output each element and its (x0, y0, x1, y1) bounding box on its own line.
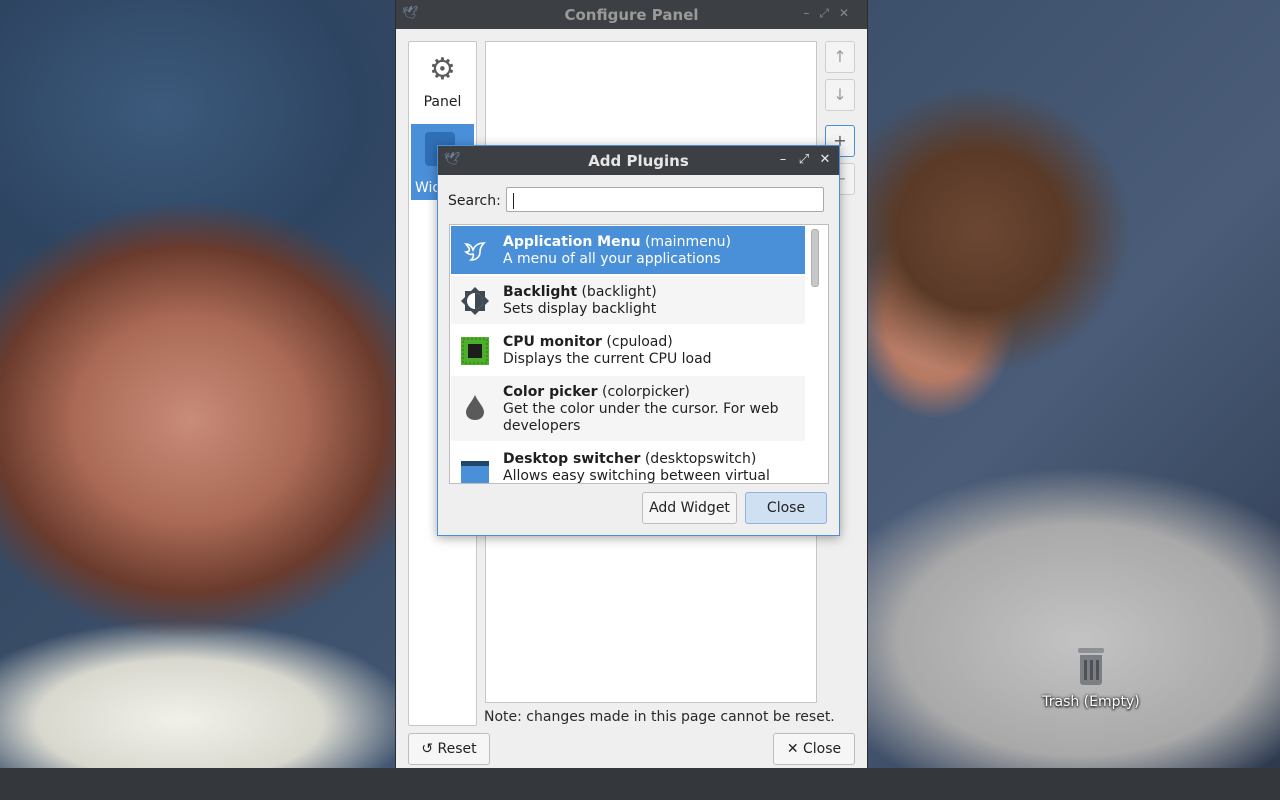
sidebar-item-panel[interactable]: ⚙ Panel (409, 52, 476, 120)
plugin-name: CPU monitor (503, 334, 602, 350)
plugin-item[interactable]: Application Menu (mainmenu) A menu of all… (451, 226, 805, 274)
arrow-down-icon: ↓ (833, 85, 847, 104)
plugin-item[interactable]: Color picker (colorpicker) Get the color … (451, 376, 805, 441)
plugin-description: Get the color under the cursor. For web … (503, 401, 779, 434)
configure-titlebar[interactable]: 🕊 Configure Panel –⤢✕ (396, 0, 867, 29)
brightness-icon (461, 287, 489, 315)
text-cursor (513, 193, 514, 209)
plugin-name: Color picker (503, 384, 598, 400)
window-controls[interactable]: –⤢✕ (803, 6, 859, 21)
configure-close-button[interactable]: ✕ Close (773, 733, 855, 765)
cpu-chip-icon (461, 337, 489, 365)
droplet-icon (466, 395, 484, 420)
plugin-name: Backlight (503, 284, 578, 300)
plugin-list-scrollbar[interactable] (811, 229, 819, 287)
close-icon[interactable]: ✕ (818, 152, 832, 167)
move-up-button[interactable]: ↑ (825, 41, 855, 73)
plugin-description: A menu of all your applications (503, 251, 721, 267)
search-label: Search: (448, 193, 501, 209)
arrow-up-icon: ↑ (833, 47, 847, 66)
plugin-id: (mainmenu) (645, 234, 731, 250)
plugin-description: Sets display backlight (503, 301, 657, 317)
search-input[interactable] (506, 187, 824, 212)
maximize-icon[interactable]: ⤢ (797, 152, 811, 167)
plugin-id: (cpuload) (606, 334, 673, 350)
taskbar (0, 768, 1280, 800)
reset-button[interactable]: ↺ Reset (408, 733, 490, 765)
trash-desktop-icon[interactable]: Trash (Empty) (1038, 646, 1144, 710)
plugin-description: Allows easy switching between virtual (503, 468, 770, 484)
plugin-name: Application Menu (503, 234, 641, 250)
configure-window-title: Configure Panel (564, 6, 699, 24)
add-plugins-titlebar[interactable]: 🕊 Add Plugins – ⤢ ✕ (438, 146, 839, 175)
reset-note: Note: changes made in this page cannot b… (484, 709, 835, 725)
plugin-list[interactable]: Application Menu (mainmenu) A menu of all… (449, 224, 829, 484)
plugin-item[interactable]: Desktop switcher (desktopswitch) Allows e… (451, 443, 805, 484)
sidebar-item-label: Panel (423, 94, 462, 110)
window-icon (461, 461, 489, 483)
add-plugins-dialog: 🕊 Add Plugins – ⤢ ✕ Search: Application … (437, 145, 840, 536)
gear-icon: ⚙ (429, 52, 456, 87)
trash-label: Trash (Empty) (1042, 694, 1140, 710)
dialog-close-button[interactable]: Close (745, 492, 827, 524)
plugin-id: (colorpicker) (602, 384, 690, 400)
plugin-description: Displays the current CPU load (503, 351, 712, 367)
trash-icon (1076, 646, 1106, 686)
plugin-id: (desktopswitch) (644, 451, 757, 467)
add-widget-button[interactable]: Add Widget (642, 492, 737, 524)
plugin-name: Desktop switcher (503, 451, 641, 467)
plugin-item[interactable]: CPU monitor (cpuload) Displays the curren… (451, 326, 805, 374)
plugin-item[interactable]: Backlight (backlight) Sets display backli… (451, 276, 805, 324)
minimize-icon[interactable]: – (776, 152, 790, 167)
bird-icon (464, 242, 486, 261)
plugin-id: (backlight) (581, 284, 657, 300)
move-down-button[interactable]: ↓ (825, 79, 855, 111)
